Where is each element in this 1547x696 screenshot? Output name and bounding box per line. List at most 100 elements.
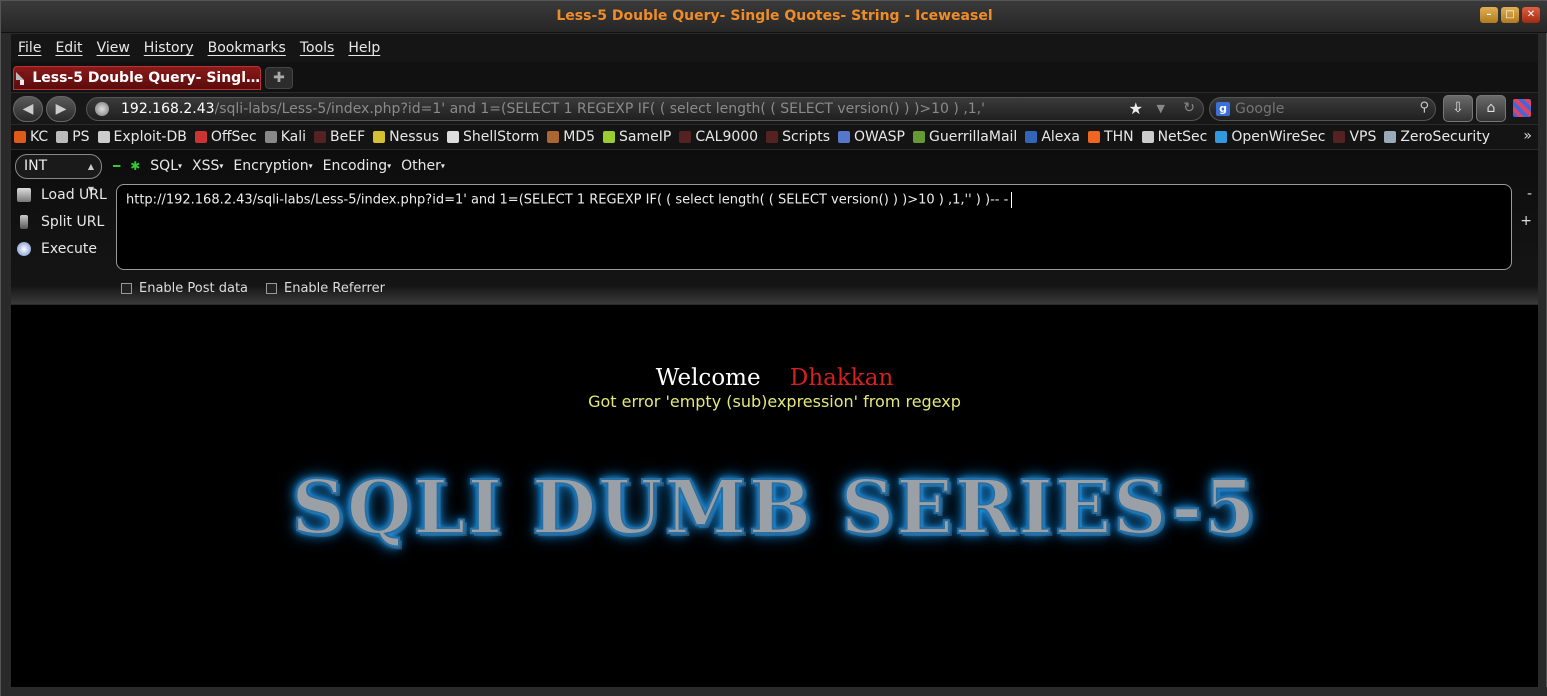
browser-window: Less-5 Double Query- Single Quotes- Stri… (0, 0, 1547, 696)
bookmark-favicon-icon (314, 131, 327, 143)
search-icon[interactable]: ⚲ (1419, 100, 1429, 115)
bookmark-favicon-icon (1333, 131, 1346, 143)
bookmark-item[interactable]: OffSec (194, 129, 257, 145)
tab-active[interactable]: Less-5 Double Query- Singl… (13, 66, 261, 90)
error-message: Got error 'empty (sub)expression' from r… (588, 392, 961, 411)
hackbar-url-text: http://192.168.2.43/sqli-labs/Less-5/ind… (126, 192, 1009, 208)
site-identity-icon[interactable] (95, 102, 109, 116)
enable-referrer-checkbox[interactable]: Enable Referrer (266, 281, 385, 296)
caret-down-icon: ▾ (219, 161, 224, 171)
shrink-button[interactable]: - (1527, 186, 1532, 202)
reload-icon[interactable]: ↻ (1183, 100, 1195, 116)
maximize-button[interactable]: □ (1501, 7, 1519, 23)
encoding-menu[interactable]: Encoding▾ (323, 158, 392, 174)
load-url-label: Load URL (41, 187, 107, 203)
menu-edit[interactable]: Edit (55, 40, 82, 56)
sql-menu-label: SQL (150, 158, 179, 174)
bookmark-item[interactable]: SameIP (603, 129, 671, 145)
bookmark-item[interactable]: KC (14, 129, 48, 145)
bookmark-item[interactable]: MD5 (547, 129, 595, 145)
bookmark-item[interactable]: OWASP (838, 129, 905, 145)
bookmark-favicon-icon (838, 131, 850, 143)
menu-view[interactable]: View (97, 40, 130, 56)
expand-button[interactable]: + (1520, 213, 1532, 229)
menu-bookmarks[interactable]: Bookmarks (208, 40, 286, 56)
bookmark-item[interactable]: Kali (264, 129, 307, 145)
increase-icon[interactable]: ✱ (130, 159, 140, 173)
sql-menu[interactable]: SQL▾ (150, 158, 182, 174)
page-icon (16, 71, 25, 85)
menu-file[interactable]: File (18, 40, 41, 56)
encoding-menu-label: Encoding (322, 158, 388, 174)
bookmark-item[interactable]: Exploit-DB (97, 129, 187, 145)
url-path: /sqli-labs/Less-5/index.php?id=1' and 1=… (214, 101, 985, 117)
menu-tools[interactable]: Tools (300, 40, 335, 56)
checkbox-box[interactable] (121, 283, 132, 294)
bookmark-label: PS (72, 129, 90, 145)
split-url-button[interactable]: Split URL (17, 214, 104, 230)
other-menu-label: Other (401, 158, 441, 174)
bookmark-label: BeEF (330, 129, 366, 145)
bookmark-star-icon[interactable]: ★ (1129, 99, 1143, 118)
bookmark-item[interactable]: PS (56, 129, 90, 145)
bookmark-item[interactable]: Nessus (373, 129, 439, 145)
bookmark-item[interactable]: OpenWireSec (1215, 129, 1325, 145)
bookmark-item[interactable]: VPS (1333, 129, 1376, 145)
bookmark-item[interactable]: THN (1088, 129, 1134, 145)
bookmark-label: Nessus (389, 129, 439, 145)
bookmark-item[interactable]: NetSec (1141, 129, 1207, 145)
bookmark-label: GuerrillaMail (929, 129, 1018, 145)
menu-bar: File Edit View History Bookmarks Tools H… (11, 34, 1538, 62)
bookmark-label: OWASP (854, 129, 906, 145)
bookmark-item[interactable]: GuerrillaMail (913, 129, 1017, 145)
forward-button[interactable]: ▶ (46, 96, 76, 122)
encryption-menu[interactable]: Encryption▾ (233, 158, 312, 174)
bookmark-item[interactable]: Alexa (1025, 129, 1080, 145)
other-menu[interactable]: Other▾ (401, 158, 445, 174)
bookmark-item[interactable]: BeEF (314, 129, 365, 145)
bookmark-label: OpenWireSec (1231, 129, 1326, 145)
bookmark-favicon-icon (603, 131, 616, 143)
bookmark-item[interactable]: ShellStorm (446, 129, 539, 145)
checkbox-box[interactable] (266, 283, 277, 294)
xss-menu[interactable]: XSS▾ (192, 158, 223, 174)
hackbar-url-textarea[interactable]: http://192.168.2.43/sqli-labs/Less-5/ind… (116, 184, 1512, 270)
downloads-button[interactable]: ⇩ (1443, 95, 1473, 122)
execute-button[interactable]: Execute (17, 241, 97, 257)
back-button[interactable]: ◀ (13, 96, 43, 122)
window-title: Less-5 Double Query- Single Quotes- Stri… (556, 8, 993, 24)
tab-strip: Less-5 Double Query- Singl… ✚ (11, 62, 1538, 92)
page-content: Welcome Dhakkan Got error 'empty (sub)ex… (11, 305, 1538, 687)
url-bar[interactable]: 192.168.2.43 /sqli-labs/Less-5/index.php… (86, 97, 1204, 121)
bookmarks-toolbar: KC PS Exploit-DB OffSec Kali BeEF Nessus ShellS… (11, 125, 1538, 149)
bookmark-label: MD5 (563, 129, 596, 145)
home-button[interactable]: ⌂ (1476, 95, 1506, 122)
search-input[interactable] (1235, 101, 1415, 117)
search-box[interactable]: g ⚲ (1209, 97, 1436, 121)
new-tab-button[interactable]: ✚ (265, 67, 293, 89)
bookmark-item[interactable]: Scripts (766, 129, 830, 145)
bookmark-item[interactable]: CAL9000 (679, 129, 758, 145)
enable-post-checkbox[interactable]: Enable Post data (121, 281, 248, 296)
bookmarks-overflow-button[interactable]: » (1523, 128, 1532, 144)
type-select[interactable]: INT ▲ ▼ (15, 154, 102, 194)
load-url-button[interactable]: Load URL (17, 187, 107, 203)
bookmark-favicon-icon (1025, 131, 1038, 143)
addon-icon[interactable] (1513, 99, 1531, 117)
minimize-button[interactable]: – (1480, 7, 1498, 23)
bookmark-label: Scripts (782, 129, 830, 145)
bookmark-favicon-icon (766, 131, 779, 143)
bookmark-favicon-icon (1141, 131, 1154, 143)
decrease-icon[interactable]: ━ (113, 159, 120, 173)
bookmark-favicon-icon (547, 131, 560, 143)
bookmark-favicon-icon (1215, 131, 1228, 143)
bookmark-item[interactable]: ZeroSecurity (1384, 129, 1490, 145)
execute-icon (17, 242, 31, 256)
menu-history[interactable]: History (144, 40, 194, 56)
bookmark-label: Kali (280, 129, 307, 145)
close-window-button[interactable]: ✕ (1522, 7, 1540, 23)
text-cursor (1011, 192, 1013, 208)
menu-help[interactable]: Help (348, 40, 380, 56)
url-dropdown-icon[interactable]: ▼ (1157, 102, 1165, 115)
download-arrow-icon: ⇩ (1452, 100, 1464, 116)
